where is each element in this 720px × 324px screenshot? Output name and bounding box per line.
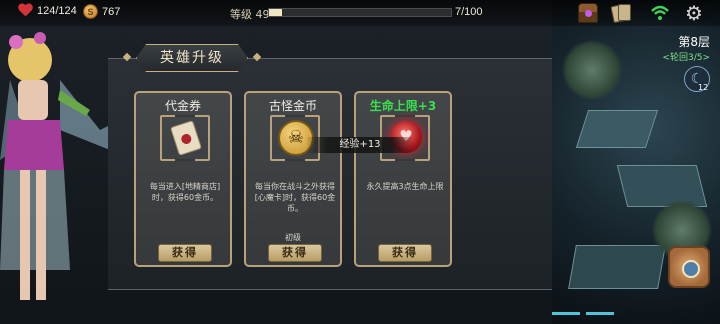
panel-title-banner: 英雄升级 — [136, 44, 248, 72]
panel-title: 英雄升级 — [136, 44, 248, 72]
xp-progress-text: 7/100 — [455, 6, 483, 18]
card-description: 永久提高3点生命上限 — [366, 182, 444, 191]
obtain-button[interactable]: 获得 — [158, 244, 212, 262]
top-status-bar: 124/124 S 767 等级 49 7/100 ⚙ — [0, 0, 720, 26]
compass-icon[interactable] — [668, 246, 710, 288]
upgrade-card[interactable]: 古怪金币 ☠ 每当你在战斗之外获得[心魔卡]时，获得60金币。 初级 获得 — [244, 91, 342, 267]
card-title: 生命上限+3 — [369, 99, 437, 113]
page-indicator — [586, 312, 614, 315]
obtain-button[interactable]: 获得 — [378, 244, 432, 262]
card-title: 古怪金币 — [268, 99, 317, 113]
gold-display: S 767 — [83, 4, 120, 19]
page-indicator — [552, 312, 580, 315]
map-tile — [575, 110, 659, 148]
cycle-label: <轮回3/5> — [662, 53, 710, 63]
hp-display: 124/124 — [18, 4, 77, 18]
xp-progress-fill — [269, 9, 282, 16]
xp-progress-bar — [268, 8, 452, 17]
coin-icon: S — [83, 4, 98, 19]
card-description: 每当进入[地精商店]时，获得60金币。 — [149, 182, 221, 202]
card-description: 每当你在战斗之外获得[心魔卡]时，获得60金币。 — [254, 182, 336, 213]
map-tile — [568, 245, 666, 289]
foliage-decoration — [562, 40, 622, 100]
gold-value: 767 — [102, 5, 121, 18]
card-tier-label: 初级 — [285, 233, 301, 242]
level-label: 等级 49 — [230, 8, 270, 21]
hp-value: 124/124 — [37, 5, 77, 17]
heart-icon — [18, 4, 33, 18]
wifi-icon — [651, 5, 669, 20]
moon-count: 12 — [698, 83, 709, 92]
floor-label: 第8层 — [678, 35, 710, 49]
card-title: 代金券 — [164, 99, 201, 113]
upgrade-card[interactable]: 生命上限+3 ♥ 永久提高3点生命上限 获得 — [354, 91, 452, 267]
cards-icon[interactable] — [610, 3, 632, 24]
exp-gain-tooltip: 经验+13 — [306, 137, 414, 153]
upgrade-card[interactable]: 代金券 每当进入[地精商店]时，获得60金币。 获得 — [134, 91, 232, 267]
chest-icon[interactable] — [578, 3, 598, 23]
scroll-icon — [169, 120, 203, 156]
gear-icon[interactable]: ⚙ — [684, 3, 704, 23]
card-icon-frame — [160, 115, 210, 161]
obtain-button[interactable]: 获得 — [268, 244, 322, 262]
map-tile — [616, 165, 708, 207]
